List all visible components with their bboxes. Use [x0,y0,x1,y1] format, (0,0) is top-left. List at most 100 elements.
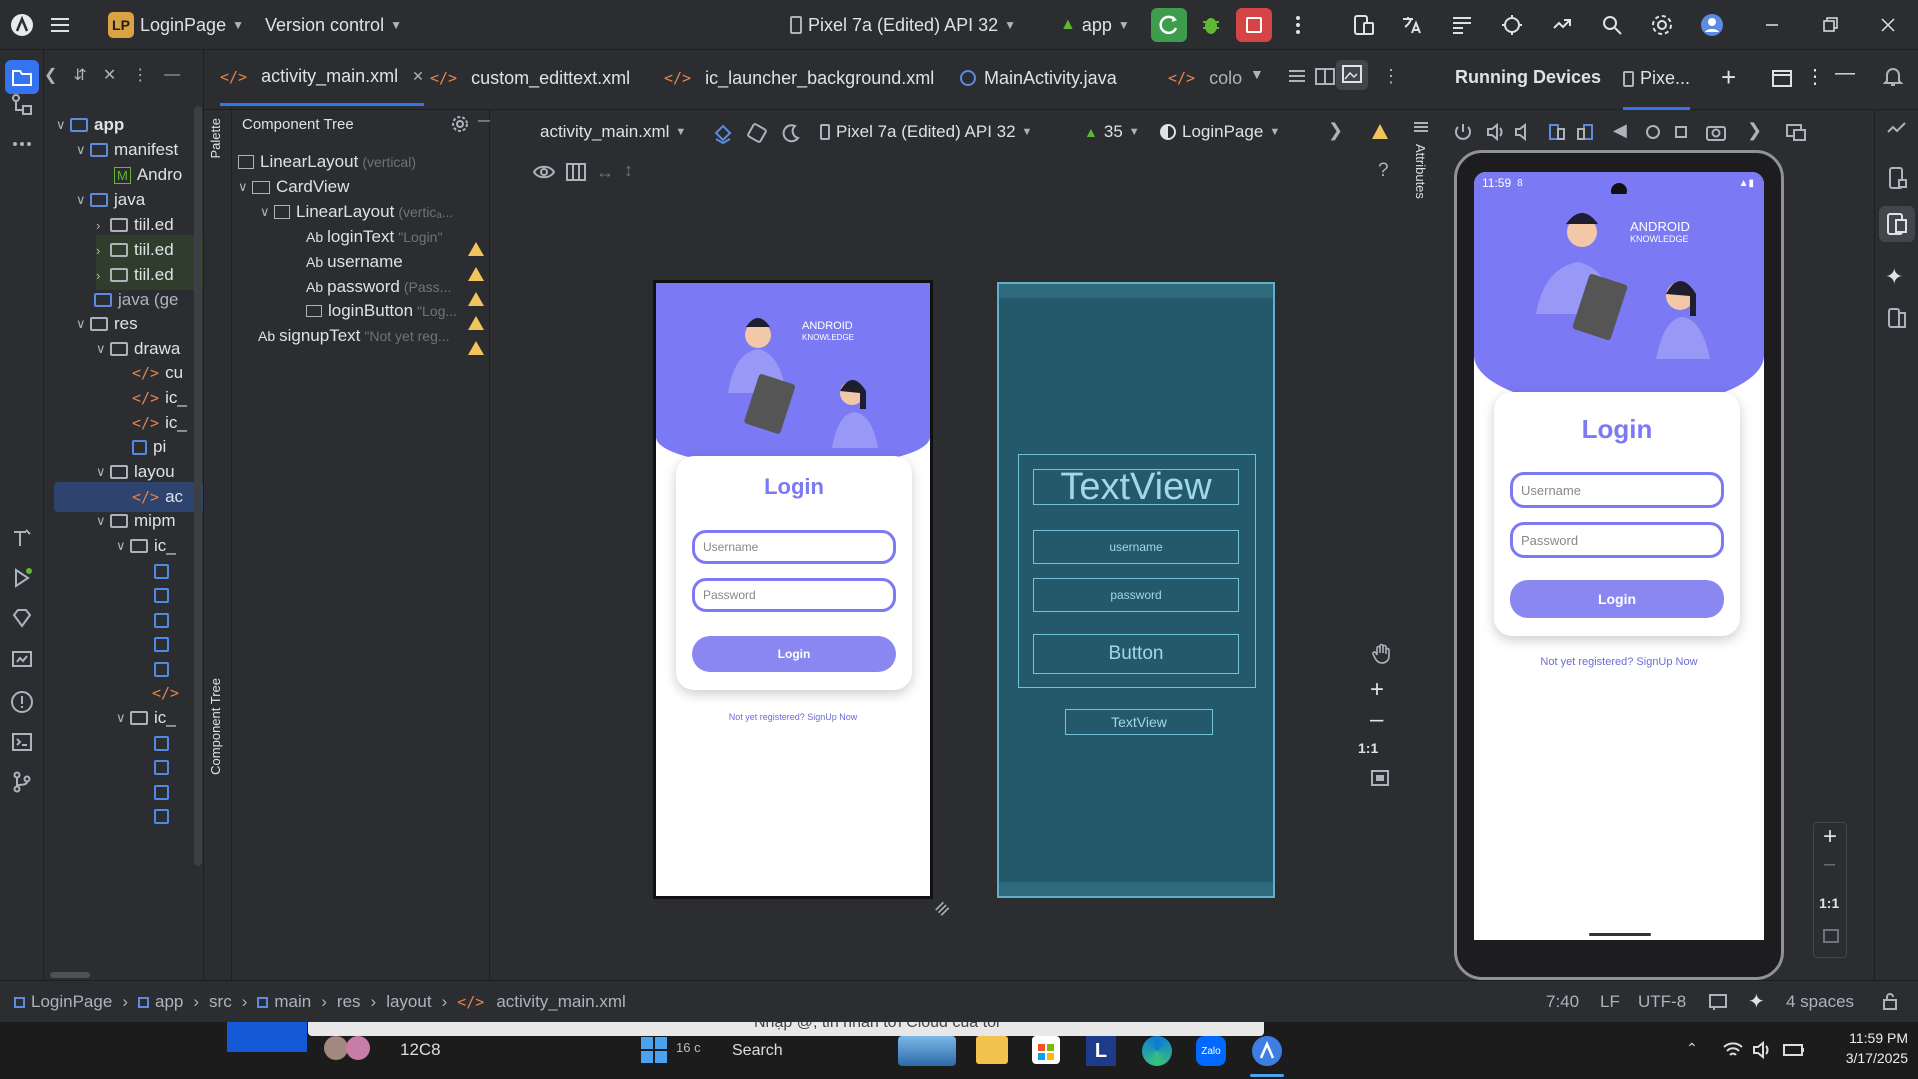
running-devices-tool-button[interactable] [1879,206,1915,242]
zoom-to-fit-icon[interactable] [1370,768,1390,788]
login-button[interactable]: Login [1510,580,1724,618]
taskbar-search[interactable]: Search [732,1042,783,1060]
add-device-icon[interactable]: + [1721,62,1736,93]
translate-icon[interactable] [1400,13,1424,37]
night-mode-icon[interactable] [780,122,802,144]
gemini-sparkle-icon[interactable]: ✦ [1885,264,1903,290]
chevron-right-icon[interactable]: ❯ [1328,120,1343,141]
zoom-in-icon[interactable]: + [1370,676,1384,704]
account-avatar-icon[interactable] [1700,13,1724,37]
contact-avatar[interactable] [324,1036,348,1060]
tab-main-activity[interactable]: MainActivity.java [960,50,1117,106]
signup-text[interactable]: Not yet registered? SignUp Now [1474,656,1764,668]
windows-start-icon[interactable] [640,1036,668,1064]
line-separator[interactable]: LF [1600,981,1620,1023]
indent-setting[interactable]: 4 spaces [1786,981,1854,1023]
warning-icon[interactable] [1372,124,1388,139]
emulator-extended-icon[interactable] [1885,306,1909,330]
component-tree-side-tab[interactable]: Component Tree [208,678,223,775]
more-tools-icon[interactable] [10,132,34,156]
more-options-icon[interactable]: ⋮ [1805,64,1825,89]
file-encoding[interactable]: UTF-8 [1638,981,1686,1023]
minimize-icon[interactable] [1760,13,1784,37]
more-actions-icon[interactable] [1286,13,1310,37]
login-button[interactable]: Login [692,636,896,672]
tab-custom-edittext[interactable]: </> custom_edittext.xml [430,50,630,106]
window-options-icon[interactable] [1771,68,1793,90]
l-app-icon[interactable]: L [1086,1036,1116,1066]
blueprint-toggle-icon[interactable] [564,160,588,184]
attributes-side-tab[interactable]: Attributes [1413,144,1428,199]
signup-text[interactable]: Not yet registered? SignUp Now [656,712,930,722]
username-field[interactable]: Username [692,530,896,564]
attributes-tune-icon[interactable] [1412,118,1430,136]
palette-side-tab[interactable]: Palette [208,118,223,158]
logcat-icon[interactable] [1450,13,1474,37]
close-tab-icon[interactable]: ✕ [412,68,424,85]
version-control-menu[interactable]: Version control ▼ [265,0,402,50]
android-studio-taskbar-icon[interactable] [1252,1036,1282,1066]
notifications-bell-icon[interactable] [1881,64,1905,88]
restore-icon[interactable] [1818,13,1842,37]
design-preview-phone[interactable]: ANDROID KNOWLEDGE Login Username Passwor… [653,280,933,899]
theme-selector[interactable]: LoginPage ▼ [1160,122,1280,142]
zalo-icon[interactable]: Zalo [1196,1036,1226,1066]
battery-icon[interactable] [1782,1040,1806,1060]
close-icon[interactable] [1876,13,1900,37]
tabs-overflow-chevron-icon[interactable]: ▼ [1250,66,1264,82]
api-level-selector[interactable]: ▲ 35 ▼ [1084,122,1140,142]
breadcrumb-item[interactable]: layout [386,992,431,1012]
breadcrumb-item[interactable]: app [155,992,183,1012]
hide-panel-icon[interactable]: — [1835,62,1855,85]
microsoft-store-icon[interactable] [1032,1036,1060,1064]
gradle-icon[interactable] [1500,13,1524,37]
device-selector[interactable]: Pixel 7a (Edited) API 32 ▼ [790,0,1016,50]
run-tool-icon[interactable] [10,566,34,590]
eye-visibility-icon[interactable] [532,160,556,184]
settings-gear-icon[interactable] [450,114,470,134]
split-view-icon[interactable] [1314,66,1336,88]
warning-icon[interactable] [468,292,484,306]
tree-node-signuptext[interactable]: Ab signupText "Not yet reg... [258,321,450,351]
wifi-icon[interactable] [1722,1040,1744,1060]
structure-icon[interactable] [10,92,34,116]
collapse-all-icon[interactable]: ✕ [103,65,116,85]
zoom-in-icon[interactable]: + [1823,823,1837,851]
zoom-fit-label[interactable]: 1:1 [1358,740,1378,756]
breadcrumb-item[interactable]: LoginPage [31,992,112,1012]
debug-icon[interactable] [1199,13,1223,37]
project-scrollbar[interactable] [194,106,202,866]
volume-down-icon[interactable] [1513,122,1533,142]
username-field[interactable]: Username [1510,472,1724,508]
rotate-right-icon[interactable] [1575,122,1595,142]
project-selector[interactable]: LP LoginPage ▼ [108,0,244,50]
tree-item-image[interactable] [154,801,175,831]
options-icon[interactable]: ⋮ [132,65,148,85]
tab-colors[interactable]: </> colo [1168,50,1242,106]
project-hscrollbar[interactable] [50,972,90,978]
zoom-fit-label[interactable]: 1:1 [1819,895,1839,911]
project-tool-button[interactable] [5,60,39,94]
app-inspection-icon[interactable] [10,646,34,670]
speaker-icon[interactable] [1752,1040,1774,1060]
screenshot-camera-icon[interactable] [1705,122,1727,142]
contact-avatar[interactable] [346,1036,370,1060]
caret-position[interactable]: 7:40 [1546,981,1579,1023]
hide-panel-icon[interactable]: — [164,66,180,84]
blueprint-preview[interactable]: TextView username password Button TextVi… [997,282,1275,898]
editor-options-icon[interactable]: ⋮ [1382,66,1400,87]
mirror-window-icon[interactable] [1785,122,1807,142]
help-icon[interactable]: ? [1378,160,1389,182]
clock-time[interactable]: 11:59 PM [1832,1030,1908,1046]
overview-icon[interactable] [1671,122,1691,142]
code-view-icon[interactable] [1286,66,1308,88]
device-tab-pixel[interactable]: Pixe... [1623,50,1691,110]
orientation-icon[interactable] [746,122,768,144]
problems-icon[interactable] [10,690,34,714]
breadcrumb-item[interactable]: src [209,992,232,1012]
search-icon[interactable] [1600,13,1624,37]
warning-icon[interactable] [468,316,484,330]
password-field[interactable]: Password [692,578,896,612]
power-icon[interactable] [1453,122,1473,142]
device-file-explorer-icon[interactable] [1885,166,1909,190]
